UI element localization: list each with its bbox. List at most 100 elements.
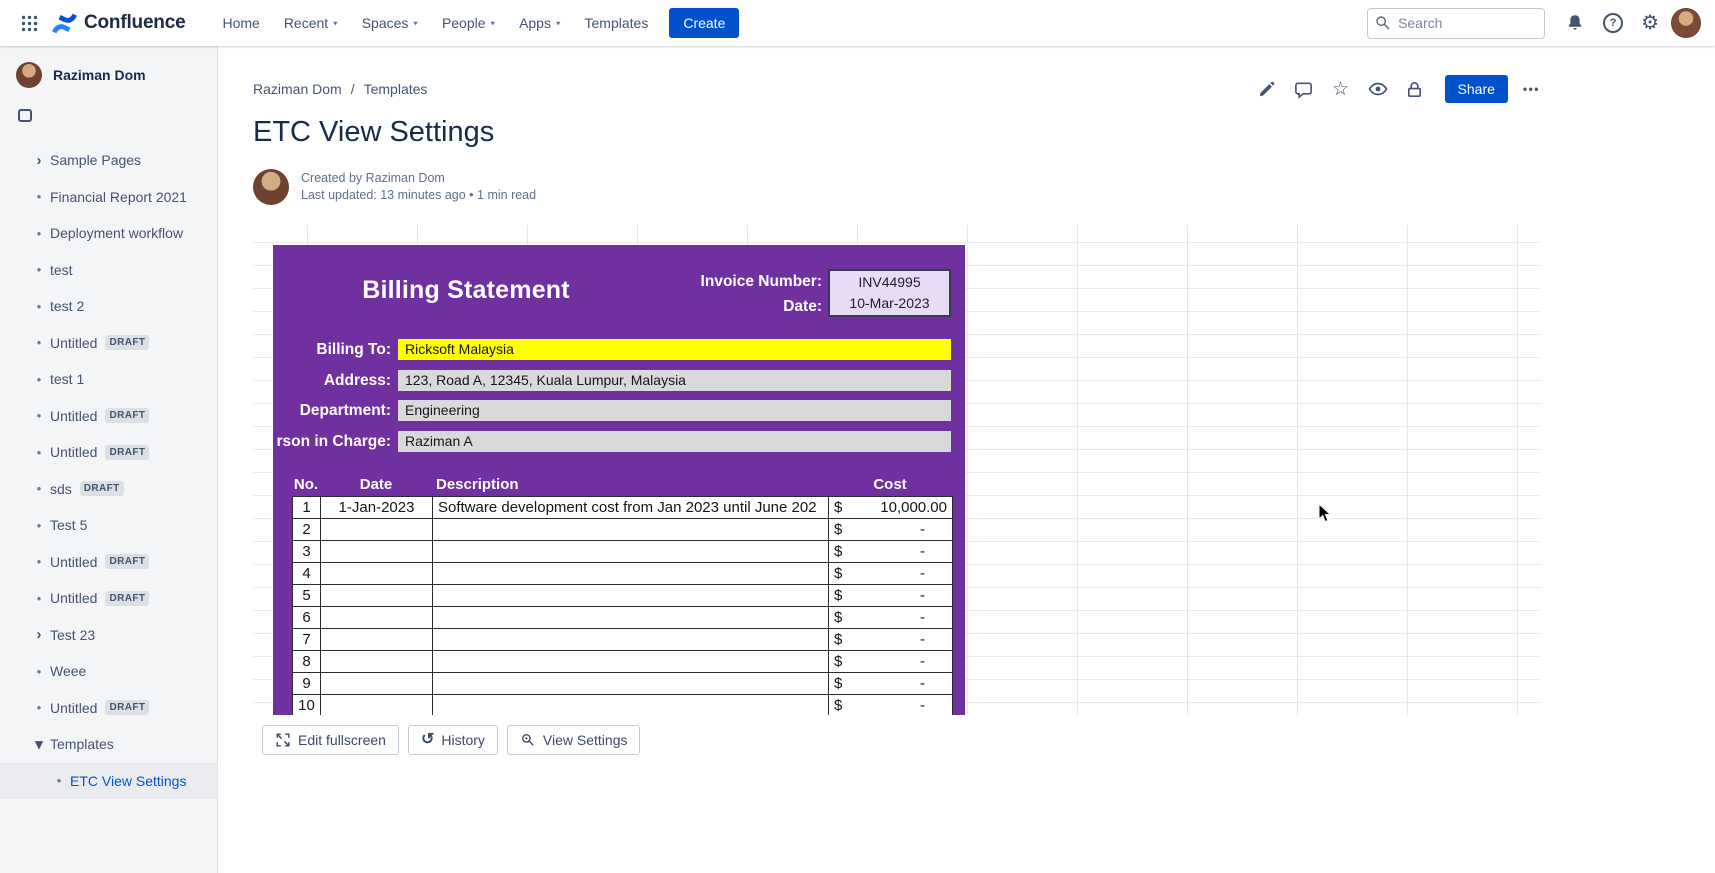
cell-cost[interactable]: $- <box>829 563 953 585</box>
user-avatar[interactable] <box>1671 8 1701 38</box>
cell-no[interactable]: 2 <box>293 519 321 541</box>
cell-date[interactable] <box>321 695 433 716</box>
cell-date[interactable] <box>321 651 433 673</box>
space-header[interactable]: Raziman Dom <box>0 46 217 100</box>
cell-description[interactable] <box>433 519 829 541</box>
nav-item-home[interactable]: Home <box>211 7 270 39</box>
cell-no[interactable]: 1 <box>293 497 321 519</box>
person-in-charge-field[interactable]: Raziman A <box>398 431 951 452</box>
help-button[interactable]: ? <box>1603 13 1623 33</box>
comment-button[interactable] <box>1293 78 1315 100</box>
cell-cost[interactable]: $10,000.00 <box>829 497 953 519</box>
sidebar-item-etc-view-settings[interactable]: • ETC View Settings <box>0 763 218 800</box>
cell-description[interactable] <box>433 651 829 673</box>
nav-item-spaces[interactable]: Spaces ▾ <box>351 7 429 39</box>
view-settings-icon <box>520 732 536 748</box>
cell-no[interactable]: 10 <box>293 695 321 716</box>
sidebar-item-test-23[interactable]: › Test 23 <box>0 617 218 654</box>
spreadsheet-viewport[interactable]: Billing Statement Invoice Number: Date: … <box>253 225 1540 715</box>
cell-description[interactable] <box>433 563 829 585</box>
nav-label: Recent <box>284 15 328 31</box>
sidebar-item-test-1[interactable]: • test 1 <box>0 361 218 398</box>
confluence-logo[interactable]: Confluence <box>52 12 185 35</box>
department-field[interactable]: Engineering <box>398 400 951 421</box>
cell-no[interactable]: 8 <box>293 651 321 673</box>
cell-description[interactable]: Software development cost from Jan 2023 … <box>433 497 829 519</box>
invoice-number-value[interactable]: INV44995 <box>830 272 949 293</box>
cell-description[interactable] <box>433 585 829 607</box>
author-avatar[interactable] <box>253 169 289 205</box>
cell-cost[interactable]: $- <box>829 651 953 673</box>
notifications-button[interactable] <box>1565 13 1585 33</box>
history-button[interactable]: ↺ History <box>408 725 498 755</box>
settings-button[interactable]: ⚙ <box>1641 13 1659 33</box>
cell-description[interactable] <box>433 629 829 651</box>
watch-button[interactable] <box>1367 78 1389 100</box>
cell-description[interactable] <box>433 695 829 716</box>
cell-no[interactable]: 4 <box>293 563 321 585</box>
cell-date[interactable] <box>321 563 433 585</box>
cell-cost[interactable]: $- <box>829 695 953 716</box>
more-actions-button[interactable]: ••• <box>1523 82 1540 96</box>
cell-no[interactable]: 3 <box>293 541 321 563</box>
currency-symbol: $ <box>834 675 842 692</box>
sidebar-item-test-2[interactable]: • test 2 <box>0 288 218 325</box>
view-settings-button[interactable]: View Settings <box>507 725 641 755</box>
breadcrumb-parent-link[interactable]: Templates <box>364 81 428 97</box>
create-button[interactable]: Create <box>669 8 739 38</box>
sidebar-item-test-5[interactable]: • Test 5 <box>0 507 218 544</box>
cell-cost[interactable]: $- <box>829 519 953 541</box>
cell-no[interactable]: 6 <box>293 607 321 629</box>
cell-description[interactable] <box>433 673 829 695</box>
billing-to-field[interactable]: Ricksoft Malaysia <box>398 339 951 360</box>
cell-no[interactable]: 5 <box>293 585 321 607</box>
address-field[interactable]: 123, Road A, 12345, Kuala Lumpur, Malays… <box>398 370 951 391</box>
nav-item-templates[interactable]: Templates <box>574 7 660 39</box>
cell-date[interactable] <box>321 607 433 629</box>
nav-item-people[interactable]: People ▾ <box>431 7 506 39</box>
gear-icon: ⚙ <box>1641 13 1659 33</box>
restrictions-button[interactable] <box>1404 78 1426 100</box>
created-by-text: Created by Raziman Dom <box>301 170 536 187</box>
cell-cost[interactable]: $- <box>829 541 953 563</box>
sidebar-item-untitled-draft-6[interactable]: • Untitled DRAFT <box>0 690 218 727</box>
sidebar-item-deployment-workflow[interactable]: • Deployment workflow <box>0 215 218 252</box>
sidebar-item-untitled-draft-2[interactable]: • Untitled DRAFT <box>0 398 218 435</box>
invoice-date-value[interactable]: 10-Mar-2023 <box>830 293 949 314</box>
edit-button[interactable] <box>1256 78 1278 100</box>
cell-date[interactable] <box>321 519 433 541</box>
nav-item-recent[interactable]: Recent ▾ <box>273 7 349 39</box>
cell-no[interactable]: 9 <box>293 673 321 695</box>
cell-cost[interactable]: $- <box>829 673 953 695</box>
share-button[interactable]: Share <box>1445 75 1508 103</box>
sidebar-item-untitled-draft-1[interactable]: • Untitled DRAFT <box>0 325 218 362</box>
cell-cost[interactable]: $- <box>829 607 953 629</box>
cell-cost[interactable]: $- <box>829 629 953 651</box>
cell-no[interactable]: 7 <box>293 629 321 651</box>
cell-cost[interactable]: $- <box>829 585 953 607</box>
cell-date[interactable] <box>321 541 433 563</box>
sidebar-item-label: Deployment workflow <box>50 225 183 241</box>
cell-date[interactable]: 1-Jan-2023 <box>321 497 433 519</box>
sidebar-item-financial-report-2021[interactable]: • Financial Report 2021 <box>0 179 218 216</box>
sidebar-item-sds-draft[interactable]: • sds DRAFT <box>0 471 218 508</box>
sidebar-item-weee[interactable]: • Weee <box>0 653 218 690</box>
sidebar-item-untitled-draft-4[interactable]: • Untitled DRAFT <box>0 544 218 581</box>
app-switcher-button[interactable] <box>14 8 44 38</box>
sidebar-item-templates[interactable]: ▾ Templates <box>0 726 218 763</box>
cell-date[interactable] <box>321 585 433 607</box>
cell-date[interactable] <box>321 673 433 695</box>
favourite-button[interactable]: ☆ <box>1330 78 1352 100</box>
sidebar-item-untitled-draft-3[interactable]: • Untitled DRAFT <box>0 434 218 471</box>
sidebar-item-untitled-draft-5[interactable]: • Untitled DRAFT <box>0 580 218 617</box>
currency-symbol: $ <box>834 609 842 626</box>
breadcrumb-space-link[interactable]: Raziman Dom <box>253 81 342 97</box>
cell-description[interactable] <box>433 607 829 629</box>
cell-description[interactable] <box>433 541 829 563</box>
sidebar-item-test[interactable]: • test <box>0 252 218 289</box>
search-input[interactable] <box>1367 8 1545 39</box>
edit-fullscreen-button[interactable]: Edit fullscreen <box>262 725 399 755</box>
nav-item-apps[interactable]: Apps ▾ <box>508 7 571 39</box>
cell-date[interactable] <box>321 629 433 651</box>
sidebar-item-sample-pages[interactable]: › Sample Pages <box>0 142 218 179</box>
